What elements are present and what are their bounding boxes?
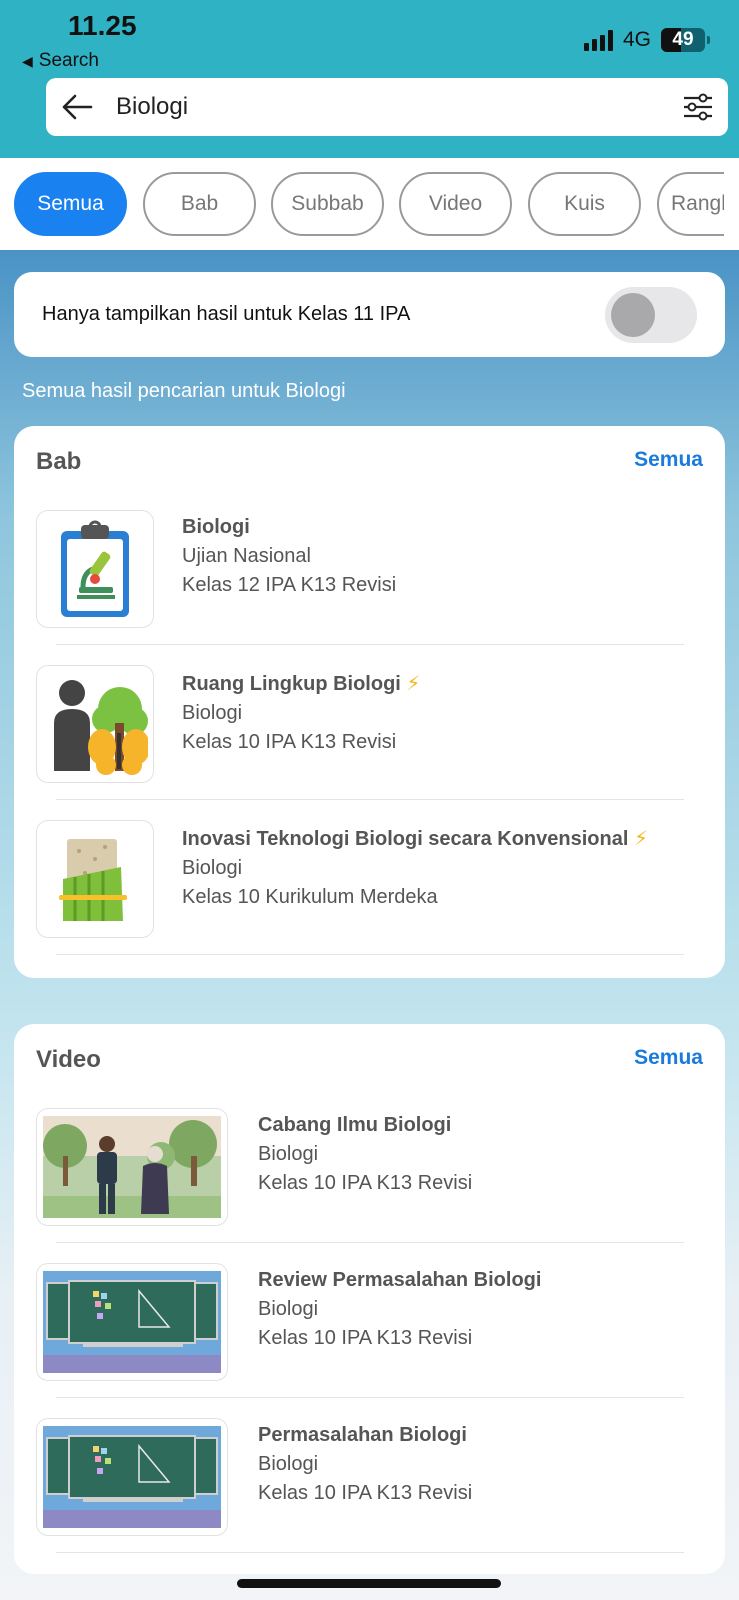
signal-icon xyxy=(583,29,613,51)
item-title: Cabang Ilmu Biologi xyxy=(258,1114,452,1136)
section-title: Bab xyxy=(36,448,82,475)
video-section: Video Semua Cabang Ilmu Biologi Biologi … xyxy=(14,1024,725,1574)
item-meta: Biologi Ujian Nasional Kelas 12 IPA K13 … xyxy=(182,516,396,603)
battery-level: 49 xyxy=(672,29,694,50)
video-thumbnail xyxy=(36,1108,228,1226)
back-triangle-icon: ◀ xyxy=(22,52,33,69)
lightning-bolt-icon: ⚡ xyxy=(633,828,649,850)
search-bar: Biologi xyxy=(46,78,728,136)
item-grade: Kelas 10 IPA K13 Revisi xyxy=(258,1482,473,1504)
item-title: Review Permasalahan Biologi xyxy=(258,1269,542,1291)
status-time: 11.25 xyxy=(68,10,137,41)
item-subtitle: Biologi xyxy=(182,702,243,724)
see-all-video-link[interactable]: Semua xyxy=(634,1046,703,1070)
list-item[interactable]: Biologi Ujian Nasional Kelas 12 IPA K13 … xyxy=(36,490,704,645)
item-title: Permasalahan Biologi xyxy=(258,1424,467,1446)
tab-bab[interactable]: Bab xyxy=(143,172,256,236)
video-thumbnail xyxy=(36,1418,228,1536)
list-item[interactable]: Ruang Lingkup Biologi ⚡ Biologi Kelas 10… xyxy=(36,645,704,800)
tempeh-icon xyxy=(36,820,154,938)
tab-subbab[interactable]: Subbab xyxy=(271,172,384,236)
back-app-label: Search xyxy=(38,50,99,71)
class-filter-label: Hanya tampilkan hasil untuk Kelas 11 IPA xyxy=(42,303,411,325)
header: 11.25 ◀ Search 4G 49 Biologi xyxy=(0,0,739,158)
item-grade: Kelas 12 IPA K13 Revisi xyxy=(182,574,397,596)
back-to-search-link[interactable]: ◀ Search xyxy=(22,50,99,72)
microscope-clipboard-icon xyxy=(36,510,154,628)
item-title: Ruang Lingkup Biologi ⚡ xyxy=(182,671,420,696)
tab-semua[interactable]: Semua xyxy=(14,172,127,236)
video-thumbnail xyxy=(36,1263,228,1381)
see-all-bab-link[interactable]: Semua xyxy=(634,448,703,472)
section-title: Video xyxy=(36,1046,101,1073)
item-grade: Kelas 10 IPA K13 Revisi xyxy=(182,731,397,753)
back-arrow-icon[interactable] xyxy=(46,93,108,121)
class-filter-card: Hanya tampilkan hasil untuk Kelas 11 IPA xyxy=(14,272,725,357)
home-indicator xyxy=(237,1579,501,1588)
lightning-bolt-icon: ⚡ xyxy=(406,673,421,695)
results-caption: Semua hasil pencarian untuk Biologi xyxy=(22,380,346,402)
item-meta: Cabang Ilmu Biologi Biologi Kelas 10 IPA… xyxy=(258,1114,472,1201)
item-meta: Permasalahan Biologi Biologi Kelas 10 IP… xyxy=(258,1424,472,1511)
item-title: Inovasi Teknologi Biologi secara Konvens… xyxy=(182,826,648,851)
bab-section: Bab Semua Biologi Ujian Nasional Kelas 1… xyxy=(14,426,725,978)
human-tree-butterfly-icon xyxy=(36,665,154,783)
item-title-text: Ruang Lingkup Biologi xyxy=(182,673,401,695)
list-item[interactable]: Inovasi Teknologi Biologi secara Konvens… xyxy=(36,800,704,955)
list-item[interactable]: Permasalahan Biologi Biologi Kelas 10 IP… xyxy=(36,1398,704,1553)
tab-kuis[interactable]: Kuis xyxy=(528,172,641,236)
item-grade: Kelas 10 IPA K13 Revisi xyxy=(258,1172,473,1194)
filter-tabs: Semua Bab Subbab Video Kuis Rangk xyxy=(0,158,739,250)
item-subtitle: Biologi xyxy=(258,1453,319,1475)
item-grade: Kelas 10 Kurikulum Merdeka xyxy=(182,886,438,908)
item-meta: Ruang Lingkup Biologi ⚡ Biologi Kelas 10… xyxy=(182,671,420,760)
item-subtitle: Biologi xyxy=(182,857,243,879)
list-item[interactable]: Review Permasalahan Biologi Biologi Kela… xyxy=(36,1243,704,1398)
item-title: Biologi xyxy=(182,516,250,538)
status-indicators: 4G 49 xyxy=(583,28,710,52)
filter-icon[interactable] xyxy=(668,93,728,121)
item-subtitle: Ujian Nasional xyxy=(182,545,311,567)
battery-icon: 49 xyxy=(661,28,710,52)
network-label: 4G xyxy=(622,28,651,51)
item-meta: Review Permasalahan Biologi Biologi Kela… xyxy=(258,1269,541,1356)
item-subtitle: Biologi xyxy=(258,1298,319,1320)
class-filter-toggle[interactable] xyxy=(605,286,697,343)
item-meta: Inovasi Teknologi Biologi secara Konvens… xyxy=(182,826,648,915)
item-subtitle: Biologi xyxy=(258,1143,319,1165)
list-item[interactable]: Cabang Ilmu Biologi Biologi Kelas 10 IPA… xyxy=(36,1088,704,1243)
search-input[interactable]: Biologi xyxy=(116,93,668,121)
tab-video[interactable]: Video xyxy=(399,172,512,236)
item-grade: Kelas 10 IPA K13 Revisi xyxy=(258,1327,473,1349)
item-title-text: Inovasi Teknologi Biologi secara Konvens… xyxy=(182,828,629,850)
